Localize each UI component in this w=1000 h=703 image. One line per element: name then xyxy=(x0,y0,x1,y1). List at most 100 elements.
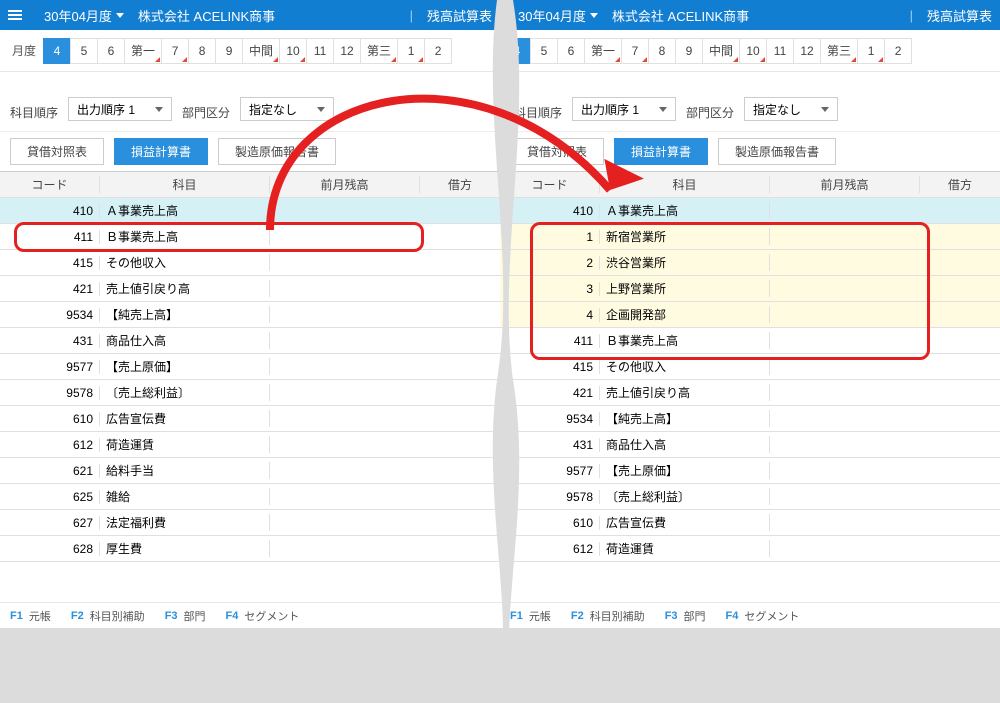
cell-name: 新宿営業所 xyxy=(600,228,770,245)
cell-name: 厚生費 xyxy=(100,540,270,557)
fkey-f4[interactable]: F4セグメント xyxy=(216,608,310,624)
table-row[interactable]: 9578〔売上総利益〕 xyxy=(0,380,500,406)
cell-code: 627 xyxy=(0,516,100,530)
tab-bs[interactable]: 貸借対照表 xyxy=(510,138,604,165)
table-row[interactable]: 2渋谷営業所 xyxy=(500,250,1000,276)
fkey-f2[interactable]: F2科目別補助 xyxy=(61,608,155,624)
cell-code: 4 xyxy=(500,308,600,322)
chevron-down-icon xyxy=(116,13,124,18)
table-row[interactable]: 9534【純売上高】 xyxy=(500,406,1000,432)
pane-after: 30年04月度 株式会社 ACELINK商事 | 残高試算表 456第一789中… xyxy=(500,0,1000,628)
tab-mfg[interactable]: 製造原価報告書 xyxy=(718,138,836,165)
cell-name: 渋谷営業所 xyxy=(600,254,770,271)
table-row[interactable]: 410Ａ事業売上高 xyxy=(500,198,1000,224)
month-tab-中間[interactable]: 中間 xyxy=(242,38,280,64)
month-tabs: 月度 456第一789中間101112第三12 xyxy=(0,30,500,72)
month-tab-12[interactable]: 12 xyxy=(333,38,361,64)
month-tab-9[interactable]: 9 xyxy=(215,38,243,64)
month-tab-2[interactable]: 2 xyxy=(884,38,912,64)
fkey-f4[interactable]: F4セグメント xyxy=(716,608,810,624)
month-tab-5[interactable]: 5 xyxy=(530,38,558,64)
cell-code: 421 xyxy=(0,282,100,296)
period-selector[interactable]: 30年04月度 xyxy=(36,2,132,29)
cell-code: 612 xyxy=(0,438,100,452)
table-row[interactable]: 431商品仕入高 xyxy=(500,432,1000,458)
fkey-f3[interactable]: F3部門 xyxy=(155,608,216,624)
table-row[interactable]: 421売上値引戻り高 xyxy=(500,380,1000,406)
table-row[interactable]: 411Ｂ事業売上高 xyxy=(0,224,500,250)
table-row[interactable]: 627法定福利費 xyxy=(0,510,500,536)
function-keys: F1元帳F2科目別補助F3部門F4セグメント xyxy=(500,602,1000,628)
fkey-f2[interactable]: F2科目別補助 xyxy=(561,608,655,624)
month-tab-第一[interactable]: 第一 xyxy=(584,38,622,64)
fkey-f1[interactable]: F1元帳 xyxy=(500,608,561,624)
month-tab-10[interactable]: 10 xyxy=(739,38,767,64)
table-row[interactable]: 1新宿営業所 xyxy=(500,224,1000,250)
month-tab-5[interactable]: 5 xyxy=(70,38,98,64)
table-row[interactable]: 9578〔売上総利益〕 xyxy=(500,484,1000,510)
table-row[interactable]: 3上野営業所 xyxy=(500,276,1000,302)
month-tab-6[interactable]: 6 xyxy=(97,38,125,64)
month-tab-7[interactable]: 7 xyxy=(161,38,189,64)
table-row[interactable]: 621給料手当 xyxy=(0,458,500,484)
month-tab-11[interactable]: 11 xyxy=(766,38,794,64)
cell-name: 【売上原価】 xyxy=(100,358,270,375)
month-tab-12[interactable]: 12 xyxy=(793,38,821,64)
table-row[interactable]: 4企画開発部 xyxy=(500,302,1000,328)
cell-name: Ａ事業売上高 xyxy=(100,202,270,219)
month-tab-7[interactable]: 7 xyxy=(621,38,649,64)
tab-bs[interactable]: 貸借対照表 xyxy=(10,138,104,165)
month-tab-6[interactable]: 6 xyxy=(557,38,585,64)
month-tab-10[interactable]: 10 xyxy=(279,38,307,64)
table-row[interactable]: 415その他収入 xyxy=(0,250,500,276)
table-row[interactable]: 612荷造運賃 xyxy=(500,536,1000,562)
table-row[interactable]: 612荷造運賃 xyxy=(0,432,500,458)
filter-bar: 科目順序 出力順序 1 部門区分 指定なし xyxy=(0,72,500,132)
fkey-f1[interactable]: F1元帳 xyxy=(0,608,61,624)
table-row[interactable]: 411Ｂ事業売上高 xyxy=(500,328,1000,354)
table-row[interactable]: 610広告宣伝費 xyxy=(500,510,1000,536)
table-row[interactable]: 625雑給 xyxy=(0,484,500,510)
cell-name: その他収入 xyxy=(600,358,770,375)
month-tab-第一[interactable]: 第一 xyxy=(124,38,162,64)
period-selector[interactable]: 30年04月度 xyxy=(510,2,606,29)
month-tab-1[interactable]: 1 xyxy=(857,38,885,64)
table-row[interactable]: 9577【売上原価】 xyxy=(0,354,500,380)
month-tab-8[interactable]: 8 xyxy=(188,38,216,64)
tab-pl[interactable]: 損益計算書 xyxy=(114,138,208,165)
cell-code: 610 xyxy=(500,516,600,530)
month-tab-1[interactable]: 1 xyxy=(397,38,425,64)
dept-select[interactable]: 指定なし xyxy=(744,97,838,121)
dept-select[interactable]: 指定なし xyxy=(240,97,334,121)
fkey-f3[interactable]: F3部門 xyxy=(655,608,716,624)
table-row[interactable]: 431商品仕入高 xyxy=(0,328,500,354)
table-row[interactable]: 415その他収入 xyxy=(500,354,1000,380)
cell-code: 621 xyxy=(0,464,100,478)
table-row[interactable]: 421売上値引戻り高 xyxy=(0,276,500,302)
month-tab-8[interactable]: 8 xyxy=(648,38,676,64)
tab-pl[interactable]: 損益計算書 xyxy=(614,138,708,165)
table-row[interactable]: 610広告宣伝費 xyxy=(0,406,500,432)
tab-mfg[interactable]: 製造原価報告書 xyxy=(218,138,336,165)
order-select[interactable]: 出力順序 1 xyxy=(68,97,172,121)
month-tab-第三[interactable]: 第三 xyxy=(820,38,858,64)
table-row[interactable]: 9534【純売上高】 xyxy=(0,302,500,328)
table-row[interactable]: 9577【売上原価】 xyxy=(500,458,1000,484)
month-tab-9[interactable]: 9 xyxy=(675,38,703,64)
cell-name: 売上値引戻り高 xyxy=(100,280,270,297)
table-row[interactable]: 410Ａ事業売上高 xyxy=(0,198,500,224)
month-tab-2[interactable]: 2 xyxy=(424,38,452,64)
month-tab-4[interactable]: 4 xyxy=(503,38,531,64)
col-prev: 前月残高 xyxy=(270,176,420,193)
month-tab-中間[interactable]: 中間 xyxy=(702,38,740,64)
table-row[interactable]: 628厚生費 xyxy=(0,536,500,562)
cell-name: 売上値引戻り高 xyxy=(600,384,770,401)
month-tab-4[interactable]: 4 xyxy=(43,38,71,64)
grid-header: コード 科目 前月残高 借方 xyxy=(500,172,1000,198)
month-tab-第三[interactable]: 第三 xyxy=(360,38,398,64)
grid: コード 科目 前月残高 借方 410Ａ事業売上高411Ｂ事業売上高415その他収… xyxy=(0,171,500,562)
order-select[interactable]: 出力順序 1 xyxy=(572,97,676,121)
month-tab-11[interactable]: 11 xyxy=(306,38,334,64)
hamburger-icon[interactable] xyxy=(0,0,30,30)
chevron-down-icon xyxy=(155,107,163,112)
